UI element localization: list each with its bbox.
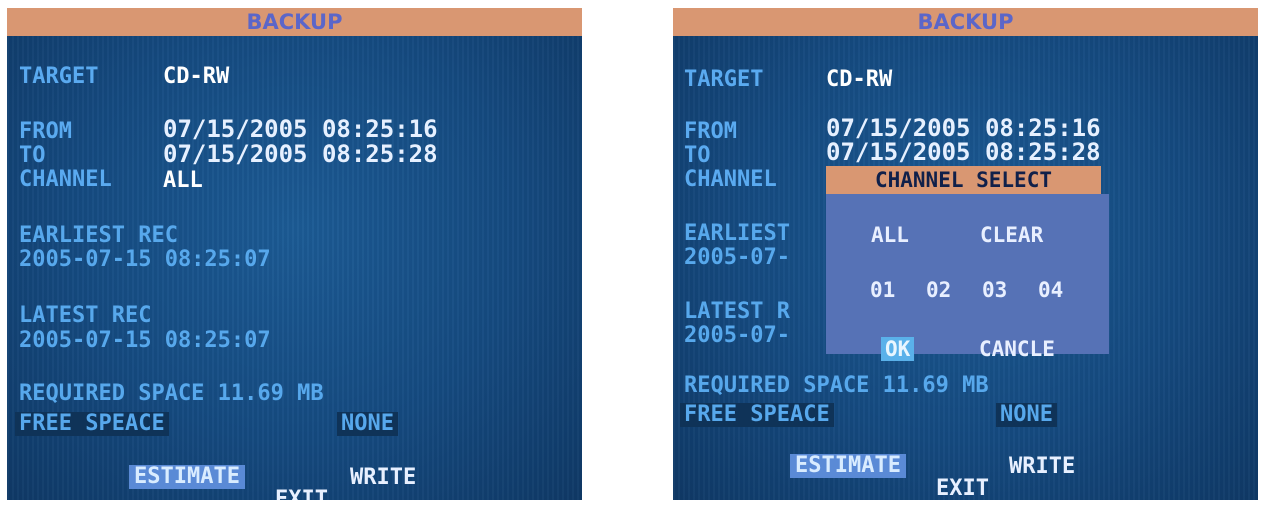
- from-datetime[interactable]: 07/15/2005 08:25:16: [163, 117, 438, 141]
- to-label: TO: [19, 143, 46, 168]
- from-label: FROM: [19, 119, 72, 144]
- earliest-rec-value: 2005-07-: [684, 245, 790, 270]
- estimate-button[interactable]: ESTIMATE: [129, 465, 245, 489]
- required-space: REQUIRED SPACE 11.69 MB: [19, 381, 324, 406]
- estimate-button[interactable]: ESTIMATE: [790, 454, 906, 478]
- channel-02-toggle[interactable]: 02: [926, 278, 951, 302]
- exit-button[interactable]: EXIT: [936, 477, 989, 501]
- from-label: FROM: [684, 119, 737, 144]
- earliest-rec-label: EARLIEST: [684, 221, 790, 246]
- free-space-label: FREE SPEACE: [680, 403, 834, 427]
- earliest-rec-value: 2005-07-15 08:25:07: [19, 247, 271, 272]
- target-value[interactable]: CD-RW: [826, 68, 892, 92]
- channel-clear-option[interactable]: CLEAR: [980, 223, 1043, 247]
- channel-select-title: CHANNEL SELECT: [826, 166, 1101, 194]
- channel-select-dialog: ALL CLEAR 01 02 03 04 OK CANCLE: [826, 194, 1109, 361]
- channel-label: CHANNEL: [684, 167, 777, 192]
- latest-rec-label: LATEST R: [684, 299, 790, 324]
- to-datetime[interactable]: 07/15/2005 08:25:28: [163, 142, 438, 166]
- free-space-label: FREE SPEACE: [15, 412, 169, 436]
- earliest-rec-label: EARLIEST REC: [19, 223, 178, 248]
- ok-button[interactable]: OK: [881, 337, 915, 361]
- exit-button[interactable]: EXIT: [275, 488, 328, 501]
- to-datetime[interactable]: 07/15/2005 08:25:28: [826, 140, 1101, 164]
- free-space-value: NONE: [337, 412, 398, 436]
- backup-title: BACKUP: [7, 8, 582, 36]
- backup-title: BACKUP: [673, 8, 1258, 36]
- target-value[interactable]: CD-RW: [163, 65, 229, 89]
- free-space-value: NONE: [996, 403, 1057, 427]
- channel-04-toggle[interactable]: 04: [1038, 278, 1063, 302]
- latest-rec-value: 2005-07-: [684, 323, 790, 348]
- write-button[interactable]: WRITE: [1009, 455, 1075, 479]
- to-label: TO: [684, 143, 711, 168]
- cancel-button[interactable]: CANCLE: [979, 337, 1055, 361]
- channel-label: CHANNEL: [19, 167, 112, 192]
- channel-value[interactable]: ALL: [163, 169, 203, 193]
- from-datetime[interactable]: 07/15/2005 08:25:16: [826, 116, 1101, 140]
- backup-screen-left: BACKUP TARGET CD-RW FROM 07/15/2005 08:2…: [7, 8, 582, 500]
- latest-rec-value: 2005-07-15 08:25:07: [19, 328, 271, 353]
- channel-01-toggle[interactable]: 01: [870, 278, 895, 302]
- required-space: REQUIRED SPACE 11.69 MB: [684, 373, 989, 398]
- backup-screen-right: BACKUP TARGET CD-RW FROM 07/15/2005 08:2…: [673, 8, 1258, 500]
- write-button[interactable]: WRITE: [350, 466, 416, 490]
- channel-all-option[interactable]: ALL: [871, 223, 909, 247]
- latest-rec-label: LATEST REC: [19, 303, 152, 328]
- channel-03-toggle[interactable]: 03: [982, 278, 1007, 302]
- target-label: TARGET: [684, 67, 764, 92]
- target-label: TARGET: [19, 64, 99, 89]
